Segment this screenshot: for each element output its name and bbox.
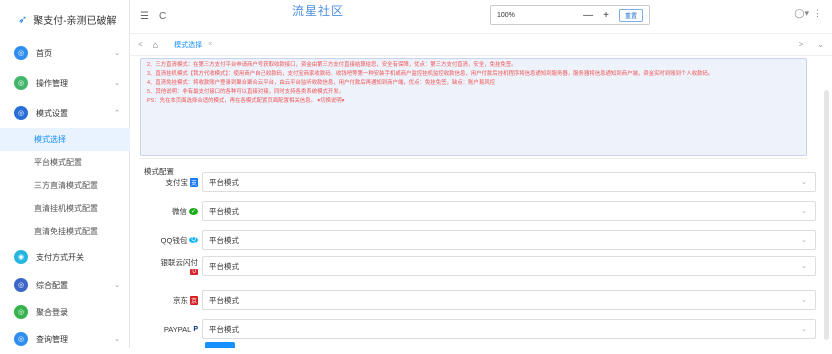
menu-toggle-icon[interactable]: ☰	[140, 11, 149, 22]
notice-line: 5、其他说明：非有最支付接口的各种可以直接对接，同时支持各类系统模式开发。	[147, 89, 345, 95]
form-row-qq: QQ钱包 Q 平台模式 ⌄	[140, 229, 816, 251]
zoom-reset-button[interactable]: 重置	[618, 8, 643, 22]
chevron-up-icon: ⌃	[114, 110, 120, 117]
avatar[interactable]: ◯▾	[794, 8, 809, 19]
sidebar-item-home[interactable]: ◎ 首页 ⌄	[0, 38, 130, 68]
form-label: 京东 京	[172, 295, 198, 305]
tab-label: 模式选择	[174, 41, 203, 49]
chevron-down-icon: ⌄	[801, 263, 807, 270]
form-row-paypal: PAYPAL P 平台模式 ⌄	[140, 318, 816, 340]
config-icon: ◎	[14, 278, 28, 292]
home-tab-icon[interactable]: ⌂	[153, 40, 158, 50]
zoom-out-button[interactable]: —	[583, 10, 593, 21]
login-icon: ◎	[14, 305, 28, 319]
mode-icon: ◎	[14, 106, 28, 120]
sidebar-subitem-thirdparty-config[interactable]: 三方直清模式配置	[0, 174, 130, 197]
form-row-unionpay: 银联云闪付 U 平台模式 ⌄	[140, 252, 816, 280]
form-label: PAYPAL P	[163, 324, 198, 334]
sidebar-item-label: 首页	[36, 48, 52, 58]
alipay-icon: 支	[189, 177, 198, 187]
tab-next-icon[interactable]: >	[799, 40, 804, 49]
notice-line: 4、直清免挂模式：将收款账户登录到聚合聚合云平台，由云平台监听收款信息，用户付款…	[147, 80, 495, 86]
brand[interactable]: ➶ 聚支付-亲测已破解	[0, 0, 129, 38]
sidebar-item-pay-switch[interactable]: ◉ 支付方式开关	[0, 242, 130, 272]
form-label: 银联云闪付 U	[160, 258, 198, 275]
sidebar-item-label: 聚合登录	[36, 307, 68, 317]
submit-button[interactable]	[205, 342, 235, 348]
qq-mode-select[interactable]: 平台模式 ⌄	[202, 230, 816, 250]
home-icon: ◎	[14, 46, 28, 60]
notice-line: 3、直清挂机模式【我方代收模式】：使用商户自己收款码，支付宝商家收款码、收钱吧等…	[147, 71, 714, 77]
form-label: QQ钱包 Q	[160, 235, 198, 245]
chevron-down-icon: ⌄	[114, 336, 120, 343]
divider	[140, 158, 808, 159]
sidebar-item-label: 支付方式开关	[36, 252, 84, 262]
refresh-icon[interactable]: C	[159, 11, 166, 22]
notice-line: 2、三方直清模式：在第三方支付平台申请商户号获取收款接口，资金由第三方支付直接结…	[147, 62, 517, 68]
alipay-mode-select[interactable]: 平台模式 ⌄	[202, 172, 816, 192]
chevron-down-icon: ⌄	[801, 208, 807, 215]
sidebar-subitem-nohang-config[interactable]: 直清免挂模式配置	[0, 220, 130, 243]
paypal-icon: P	[193, 325, 198, 333]
sidebar-item-mode[interactable]: ◎ 模式设置 ⌃	[0, 98, 130, 128]
chevron-down-icon: ⌄	[114, 50, 120, 57]
sidebar-item-label: 查询管理	[36, 334, 68, 344]
zoom-control: 100% — + 重置	[490, 5, 650, 25]
chevron-down-icon: ⌄	[801, 237, 807, 244]
switch-icon: ◉	[14, 250, 28, 264]
rocket-icon: ➶	[18, 13, 28, 26]
tab-mode-select[interactable]: 模式选择 ×	[168, 40, 218, 50]
sidebar-subitem-platform-config[interactable]: 平台模式配置	[0, 151, 130, 174]
chevron-down-icon: ⌄	[801, 179, 807, 186]
watermark-text: 流星社区	[292, 4, 345, 18]
form-label: 支付宝 支	[165, 177, 198, 187]
form-label: 微信 ✓	[171, 206, 198, 216]
sidebar-item-label: 操作管理	[36, 78, 68, 88]
form-row-alipay: 支付宝 支 平台模式 ⌄	[140, 171, 816, 193]
chevron-down-icon: ⌄	[114, 80, 120, 87]
wechat-icon: ✓	[188, 207, 198, 215]
form-row-jd: 京东 京 平台模式 ⌄	[140, 289, 816, 311]
mode-notice: 2、三方直清模式：在第三方支付平台申请商户号获取收款接口，资金由第三方支付直接结…	[140, 58, 807, 156]
sidebar-subitem-mode-select[interactable]: 模式选择	[0, 128, 130, 151]
sidebar-item-general-config[interactable]: ◎ 综合配置 ⌄	[0, 270, 130, 300]
chevron-down-icon: ⌄	[801, 326, 807, 333]
qq-icon: Q	[189, 237, 198, 243]
topbar: ☰ C	[130, 0, 832, 34]
sidebar-item-label: 模式设置	[36, 108, 68, 118]
tab-dropdown-icon[interactable]: ⌄	[817, 40, 824, 49]
sidebar-item-aggregate-login[interactable]: ◎ 聚合登录	[0, 297, 130, 327]
sidebar: ➶ 聚支付-亲测已破解 ◎ 首页 ⌄ ◎ 操作管理 ⌄ ◎ 模式设置 ⌃ 模式选…	[0, 0, 130, 348]
query-icon: ◎	[14, 332, 28, 346]
zoom-in-button[interactable]: +	[603, 10, 609, 21]
chevron-down-icon: ⌄	[114, 282, 120, 289]
zoom-level: 100%	[497, 11, 515, 19]
paypal-mode-select[interactable]: 平台模式 ⌄	[202, 319, 816, 339]
tab-prev-icon[interactable]: <	[138, 40, 143, 49]
close-icon[interactable]: ×	[208, 41, 212, 48]
tabbar: < ⌂ 模式选择 × > ⌄	[130, 34, 832, 56]
form-row-wechat: 微信 ✓ 平台模式 ⌄	[140, 200, 816, 222]
more-icon[interactable]: ⋮	[813, 8, 822, 19]
scrollbar[interactable]	[824, 90, 829, 340]
jd-icon: 京	[189, 295, 198, 305]
notice-ps[interactable]: PS：先在本页面选择合适的模式，再在各模式配置页面配置相关信息。 ▾切换说明▾	[147, 97, 800, 106]
jd-mode-select[interactable]: 平台模式 ⌄	[202, 290, 816, 310]
sidebar-item-query[interactable]: ◎ 查询管理 ⌄	[0, 324, 130, 354]
unionpay-mode-select[interactable]: 平台模式 ⌄	[202, 256, 816, 276]
sidebar-item-label: 综合配置	[36, 280, 68, 290]
user-menu[interactable]: ◯▾ ⋮	[794, 8, 822, 19]
sidebar-item-operation[interactable]: ◎ 操作管理 ⌄	[0, 68, 130, 98]
sidebar-subitem-hangup-config[interactable]: 直清挂机模式配置	[0, 197, 130, 220]
unionpay-icon: U	[190, 269, 198, 275]
operation-icon: ◎	[14, 76, 28, 90]
brand-title: 聚支付-亲测已破解	[33, 15, 117, 27]
chevron-down-icon: ⌄	[801, 297, 807, 304]
wechat-mode-select[interactable]: 平台模式 ⌄	[202, 201, 816, 221]
